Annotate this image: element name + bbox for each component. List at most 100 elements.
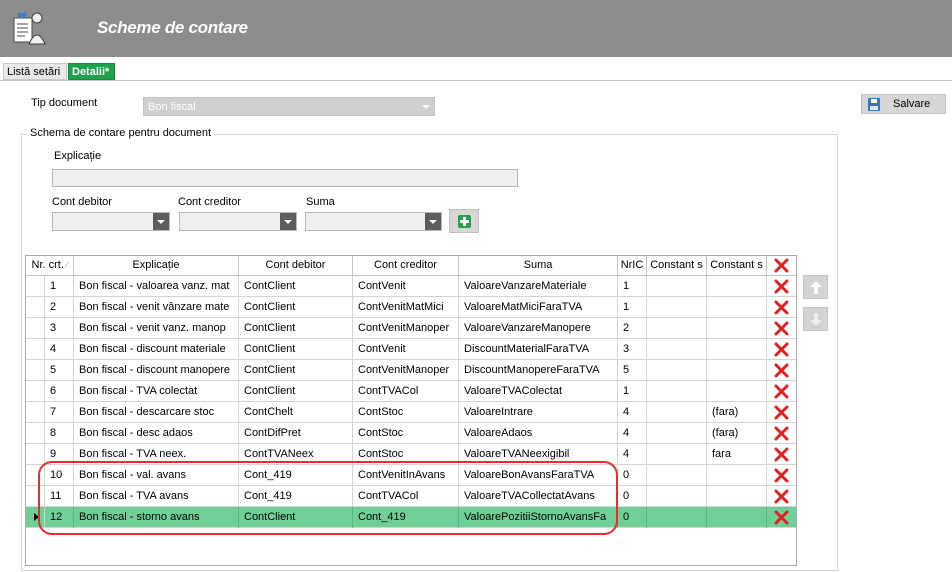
delete-row-icon[interactable] — [774, 447, 789, 462]
cell-constant-2[interactable]: (fara) — [707, 423, 767, 444]
cell-sum[interactable]: ValoareTVAColectat — [459, 381, 618, 402]
column-header-sum[interactable]: Suma — [459, 256, 618, 276]
column-header-constant-1[interactable]: Constant s — [647, 256, 707, 276]
cell-nr[interactable]: 12 — [45, 507, 74, 528]
cell-sum[interactable]: ValoareTVANeexigibil — [459, 444, 618, 465]
delete-row-icon[interactable] — [774, 489, 789, 504]
cell-nric[interactable]: 4 — [618, 423, 647, 444]
cell-debit[interactable]: ContClient — [239, 276, 353, 297]
cell-debit[interactable]: ContClient — [239, 507, 353, 528]
cell-constant-1[interactable] — [647, 486, 707, 507]
cell-nr[interactable]: 2 — [45, 297, 74, 318]
delete-all-icon[interactable] — [774, 258, 789, 273]
cell-debit[interactable]: ContClient — [239, 297, 353, 318]
delete-row-icon[interactable] — [774, 468, 789, 483]
cell-explanation[interactable]: Bon fiscal - discount materiale — [74, 339, 239, 360]
debit-account-select[interactable] — [52, 212, 170, 231]
row-header[interactable] — [26, 444, 45, 465]
tab-details[interactable]: Detalii* — [68, 63, 115, 80]
cell-nric[interactable]: 0 — [618, 486, 647, 507]
cell-constant-1[interactable] — [647, 402, 707, 423]
column-header-nric[interactable]: NrIC — [618, 256, 647, 276]
table-row[interactable]: 7 Bon fiscal - descarcare stoc ContChelt Co… — [26, 402, 796, 423]
cell-constant-1[interactable] — [647, 339, 707, 360]
cell-nr[interactable]: 8 — [45, 423, 74, 444]
cell-credit[interactable]: ContVenit — [353, 339, 459, 360]
delete-row-icon[interactable] — [774, 426, 789, 441]
row-header[interactable] — [26, 318, 45, 339]
cell-debit[interactable]: ContDifPret — [239, 423, 353, 444]
cell-debit[interactable]: ContClient — [239, 360, 353, 381]
table-row[interactable]: 10 Bon fiscal - val. avans Cont_419 ContVen… — [26, 465, 796, 486]
cell-constant-2[interactable]: (fara) — [707, 402, 767, 423]
row-header[interactable] — [26, 276, 45, 297]
cell-constant-2[interactable] — [707, 465, 767, 486]
cell-credit[interactable]: ContStoc — [353, 402, 459, 423]
cell-explanation[interactable]: Bon fiscal - venit vânzare mate — [74, 297, 239, 318]
cell-credit[interactable]: ContVenit — [353, 276, 459, 297]
cell-constant-1[interactable] — [647, 360, 707, 381]
table-row[interactable]: 12 Bon fiscal - storno avans ContClient Con… — [26, 507, 796, 528]
cell-constant-1[interactable] — [647, 297, 707, 318]
column-header-credit[interactable]: Cont creditor — [353, 256, 459, 276]
row-header[interactable] — [26, 297, 45, 318]
cell-explanation[interactable]: Bon fiscal - descarcare stoc — [74, 402, 239, 423]
add-row-button[interactable] — [449, 209, 479, 233]
cell-nric[interactable]: 1 — [618, 381, 647, 402]
cell-nric[interactable]: 5 — [618, 360, 647, 381]
cell-credit[interactable]: ContVenitManoper — [353, 360, 459, 381]
cell-constant-2[interactable] — [707, 276, 767, 297]
cell-explanation[interactable]: Bon fiscal - valoarea vanz. mat — [74, 276, 239, 297]
cell-constant-1[interactable] — [647, 444, 707, 465]
cell-constant-2[interactable] — [707, 318, 767, 339]
cell-sum[interactable]: DiscountMaterialFaraTVA — [459, 339, 618, 360]
cell-explanation[interactable]: Bon fiscal - desc adaos — [74, 423, 239, 444]
move-down-button[interactable] — [803, 307, 828, 331]
cell-constant-1[interactable] — [647, 381, 707, 402]
cell-nr[interactable]: 9 — [45, 444, 74, 465]
delete-row-icon[interactable] — [774, 321, 789, 336]
cell-credit[interactable]: ContVenitInAvans — [353, 465, 459, 486]
cell-nric[interactable]: 4 — [618, 402, 647, 423]
cell-nr[interactable]: 5 — [45, 360, 74, 381]
row-header[interactable] — [26, 507, 45, 528]
delete-row-icon[interactable] — [774, 342, 789, 357]
cell-nr[interactable]: 4 — [45, 339, 74, 360]
sum-select[interactable] — [305, 212, 442, 231]
row-header[interactable] — [26, 339, 45, 360]
column-header-explanation[interactable]: Explicație — [74, 256, 239, 276]
cell-sum[interactable]: ValoareMatMiciFaraTVA — [459, 297, 618, 318]
cell-nr[interactable]: 3 — [45, 318, 74, 339]
cell-nric[interactable]: 0 — [618, 465, 647, 486]
cell-explanation[interactable]: Bon fiscal - val. avans — [74, 465, 239, 486]
column-header-debit[interactable]: Cont debitor — [239, 256, 353, 276]
cell-sum[interactable]: ValoareBonAvansFaraTVA — [459, 465, 618, 486]
cell-constant-1[interactable] — [647, 507, 707, 528]
table-row[interactable]: 8 Bon fiscal - desc adaos ContDifPret ContS… — [26, 423, 796, 444]
column-header-constant-2[interactable]: Constant s — [707, 256, 767, 276]
save-button[interactable]: Salvare — [861, 94, 946, 114]
cell-constant-2[interactable] — [707, 381, 767, 402]
cell-nr[interactable]: 11 — [45, 486, 74, 507]
cell-constant-2[interactable]: fara — [707, 444, 767, 465]
cell-explanation[interactable]: Bon fiscal - discount manopere — [74, 360, 239, 381]
cell-constant-2[interactable] — [707, 297, 767, 318]
table-row[interactable]: 4 Bon fiscal - discount materiale ContClie… — [26, 339, 796, 360]
cell-nric[interactable]: 1 — [618, 297, 647, 318]
row-header[interactable] — [26, 381, 45, 402]
cell-credit[interactable]: ContVenitManoper — [353, 318, 459, 339]
cell-nric[interactable]: 1 — [618, 276, 647, 297]
cell-debit[interactable]: ContClient — [239, 318, 353, 339]
delete-row-icon[interactable] — [774, 510, 789, 525]
table-row[interactable]: 11 Bon fiscal - TVA avans Cont_419 ContTVAC… — [26, 486, 796, 507]
column-header-nr[interactable]: Nr. crt. ⁄ — [26, 256, 74, 276]
cell-debit[interactable]: ContTVANeex — [239, 444, 353, 465]
cell-sum[interactable]: ValoareVanzareManopere — [459, 318, 618, 339]
cell-nric[interactable]: 2 — [618, 318, 647, 339]
cell-nr[interactable]: 1 — [45, 276, 74, 297]
cell-sum[interactable]: ValoareVanzareMateriale — [459, 276, 618, 297]
cell-constant-2[interactable] — [707, 486, 767, 507]
cell-explanation[interactable]: Bon fiscal - storno avans — [74, 507, 239, 528]
doc-type-select[interactable]: Bon fiscal — [143, 97, 435, 116]
cell-credit[interactable]: ContTVACol — [353, 381, 459, 402]
